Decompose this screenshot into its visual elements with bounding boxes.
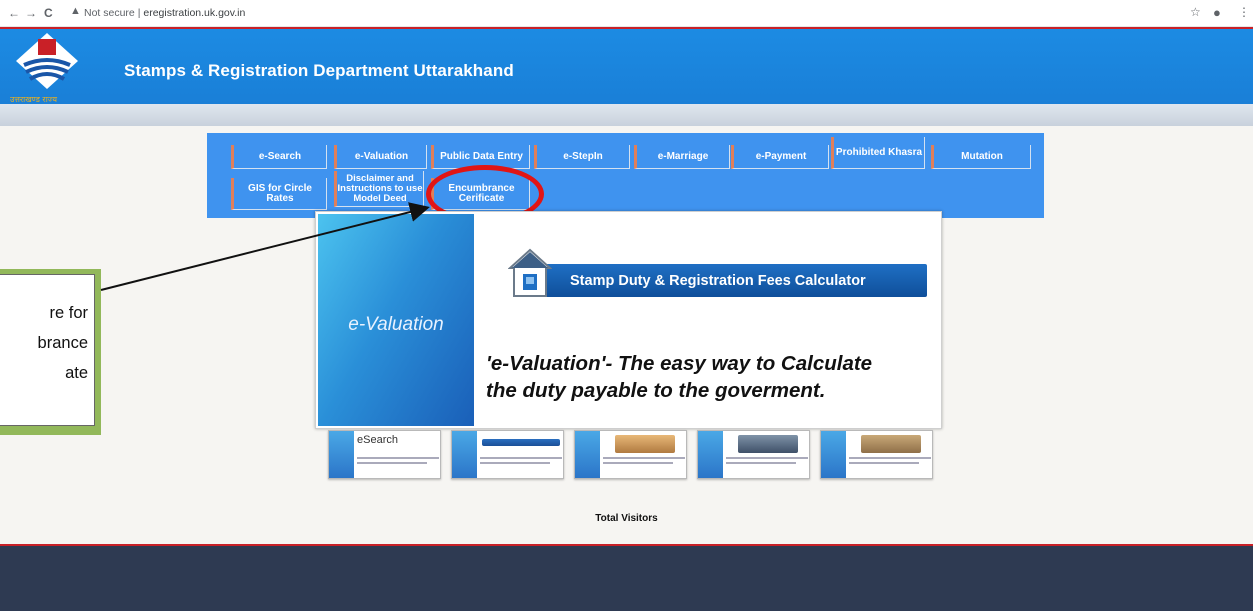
thumbnail-public-data-entry[interactable] [574,430,687,479]
callout-line2: brance [37,334,88,352]
thumbnail-emarriage[interactable] [820,430,933,479]
calculator-banner[interactable]: Stamp Duty & Registration Fees Calculato… [513,264,927,297]
site-title: Stamps & Registration Department Uttarak… [124,61,514,80]
menu-prohibited-khasra[interactable]: Prohibited Khasra [831,137,925,169]
header-subbar [0,104,1253,126]
tagline-line2: the duty payable to the goverment. [486,379,826,402]
menu-encumbrance-certificate[interactable]: Encumbrance Cerificate [431,178,530,210]
menu-public-data-entry[interactable]: Public Data Entry [431,145,530,169]
browser-toolbar: ← → C ▲ Not secure | eregistration.uk.go… [0,0,1253,27]
security-label: Not secure [84,7,135,19]
menu-e-marriage[interactable]: e-Marriage [634,145,730,169]
callout-line1: re for [49,304,88,322]
logo-text: उत्तराखण्ड राज्य [10,95,57,104]
menu-e-stepin[interactable]: e-StepIn [534,145,630,169]
slide-side-title: e-Valuation [348,314,444,335]
thumbnail-title: eSearch [357,434,398,446]
annotation-callout: re for brance ate [0,269,101,435]
calculator-banner-label: Stamp Duty & Registration Fees Calculato… [570,273,866,289]
thumbnail-esearch[interactable]: eSearch [328,430,441,479]
site-footer [0,544,1253,611]
main-menu: e-Search e-Valuation Public Data Entry e… [207,133,1044,218]
back-icon[interactable]: ← [8,6,20,20]
address-bar[interactable]: Not secure | eregistration.uk.gov.in [84,6,245,20]
menu-e-payment[interactable]: e-Payment [731,145,829,169]
thumbnail-evaluation[interactable] [451,430,564,479]
slide-tagline: 'e-Valuation'- The easy way to Calculate… [486,350,941,404]
warning-icon[interactable]: ▲ [70,5,81,17]
bookmark-star-icon[interactable]: ☆ [1190,5,1201,19]
url-text: eregistration.uk.gov.in [143,7,246,19]
house-icon [508,248,552,297]
browser-menu-icon[interactable]: ⋮ [1238,5,1250,19]
url-separator: | [137,7,141,19]
callout-box: re for brance ate [0,274,95,426]
thumbnail-estepin[interactable] [697,430,810,479]
reload-icon[interactable]: C [44,6,53,20]
menu-mutation[interactable]: Mutation [931,145,1031,169]
tagline-line1: 'e-Valuation'- The easy way to Calculate [486,352,873,375]
slide-thumbnails: eSearch [322,430,942,480]
account-icon[interactable]: ● [1213,5,1221,20]
slider-panel[interactable]: e-Valuation Stamp Duty & Registration Fe… [315,211,942,429]
callout-line3: ate [65,364,88,382]
total-visitors-label: Total Visitors [595,513,658,524]
page: ← → C ▲ Not secure | eregistration.uk.go… [0,0,1253,611]
menu-e-valuation[interactable]: e-Valuation [334,145,427,169]
menu-gis-circle-rates[interactable]: GIS for Circle Rates [231,178,327,210]
menu-e-search[interactable]: e-Search [231,145,327,169]
slide-side-panel: e-Valuation [318,214,474,426]
site-header: उत्तराखण्ड राज्य Stamps & Registration D… [0,27,1253,104]
state-emblem-logo[interactable]: उत्तराखण्ड राज्य [8,31,86,105]
forward-icon[interactable]: → [25,6,37,20]
menu-disclaimer-model-deed[interactable]: Disclaimer and Instructions to use Model… [334,171,424,207]
